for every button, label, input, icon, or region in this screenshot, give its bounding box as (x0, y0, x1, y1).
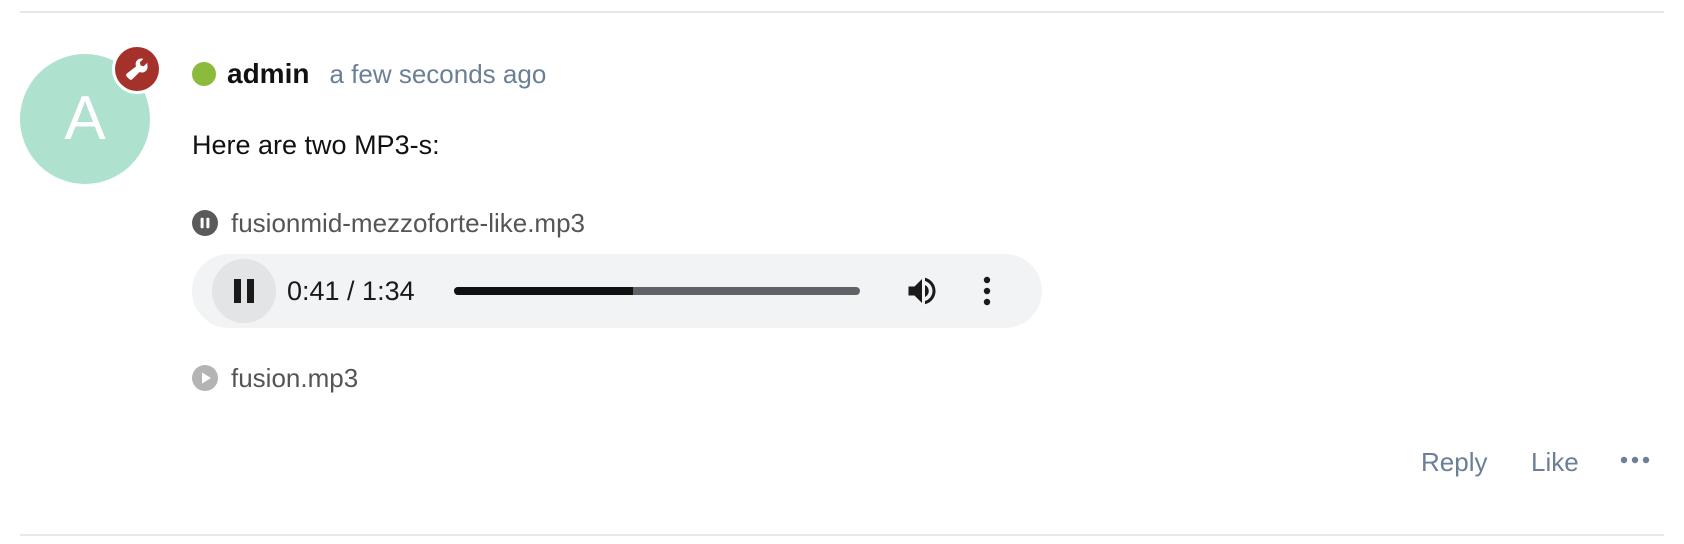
attachment-filename[interactable]: fusionmid-mezzoforte-like.mp3 (231, 208, 585, 239)
pause-icon (234, 279, 254, 303)
comment-header: admin a few seconds ago (192, 56, 546, 92)
comment-text: Here are two MP3-s: (192, 130, 440, 160)
pause-circle-icon[interactable] (192, 210, 218, 236)
comment-timestamp[interactable]: a few seconds ago (329, 59, 546, 90)
online-status-dot (192, 62, 216, 86)
more-horizontal-icon[interactable] (1619, 448, 1651, 472)
progress-slider[interactable] (454, 287, 860, 295)
reply-button[interactable]: Reply (1421, 442, 1487, 482)
like-button[interactable]: Like (1531, 442, 1579, 482)
time-display: 0:41 / 1:34 (287, 276, 415, 306)
volume-icon[interactable] (904, 273, 940, 309)
author-name[interactable]: admin (227, 58, 309, 90)
wrench-icon (126, 58, 148, 80)
bottom-divider (20, 534, 1664, 536)
play-circle-icon[interactable] (192, 365, 218, 391)
avatar-letter: A (64, 84, 106, 153)
more-vertical-icon[interactable] (977, 273, 997, 309)
admin-badge (115, 47, 159, 91)
attachment-item[interactable]: fusionmid-mezzoforte-like.mp3 (192, 205, 585, 241)
attachment-filename[interactable]: fusion.mp3 (231, 363, 358, 394)
progress-fill (454, 287, 633, 295)
audio-player[interactable]: 0:41 / 1:34 (192, 254, 1042, 328)
pause-button[interactable] (212, 259, 276, 323)
attachment-item[interactable]: fusion.mp3 (192, 360, 358, 396)
top-divider (20, 11, 1664, 13)
